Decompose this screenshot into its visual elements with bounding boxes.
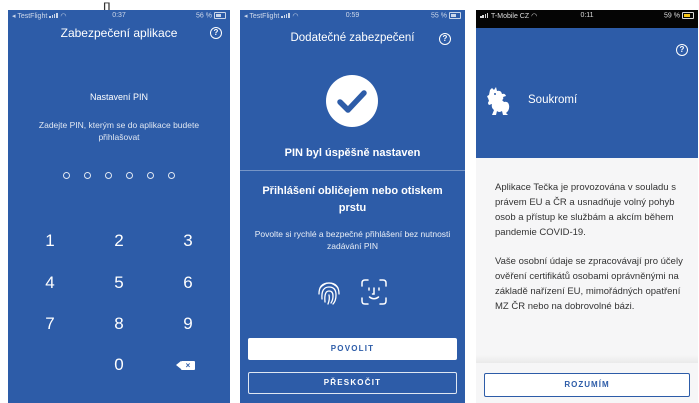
question-circle-icon[interactable]: ? xyxy=(439,33,451,45)
screen-pin-setup: ◂ TestFlight ◠ 0:37 56 % Zabezpečení apl… xyxy=(8,10,230,403)
biometric-description: Povolte si rychlé a bezpečné přihlášení … xyxy=(254,229,451,251)
privacy-paragraph-1: Aplikace Tečka je provozována v souladu … xyxy=(495,182,676,238)
status-battery-text: 59 % xyxy=(664,12,680,20)
pin-success-message: PIN byl úspěšně nastaven xyxy=(284,147,421,159)
header xyxy=(476,10,698,158)
status-battery-text: 55 % xyxy=(431,12,447,20)
keypad-key-2[interactable]: 2 xyxy=(99,230,139,252)
keypad-key-5[interactable]: 5 xyxy=(99,272,139,294)
page-title: Dodatečné zabezpečení xyxy=(290,32,415,44)
screen-additional-security: ◂ TestFlight ◠ 0:59 55 % Dodatečné zabez… xyxy=(240,10,465,403)
status-battery-text: 56 % xyxy=(196,12,212,20)
keypad-key-4[interactable]: 4 xyxy=(30,272,70,294)
status-bar: ◂ TestFlight ◠ 0:37 56 % xyxy=(8,10,230,22)
accept-button[interactable]: ROZUMÍM xyxy=(484,373,690,397)
keypad-key-8[interactable]: 8 xyxy=(99,313,139,335)
battery-icon xyxy=(214,12,226,19)
pin-dot xyxy=(84,172,91,179)
allow-button[interactable]: POVOLIT xyxy=(248,338,457,360)
keypad-key-9[interactable]: 9 xyxy=(168,313,208,335)
question-circle-icon[interactable]: ? xyxy=(210,27,222,39)
privacy-paragraph-2: Vaše osobní údaje se zpracovávají pro úč… xyxy=(495,256,683,312)
pin-dots xyxy=(8,172,230,179)
battery-icon xyxy=(449,12,461,19)
scroll-fade xyxy=(476,355,698,363)
czech-lion-icon xyxy=(484,86,512,116)
question-circle-icon[interactable]: ? xyxy=(676,44,688,56)
privacy-text: Aplikace Tečka je provozována v souladu … xyxy=(495,180,688,328)
keypad-key-3[interactable]: 3 xyxy=(168,230,208,252)
pin-dot xyxy=(168,172,175,179)
biometric-heading: Přihlášení obličejem nebo otiskem prstu xyxy=(262,185,443,214)
pin-heading: Nastavení PIN xyxy=(89,92,149,102)
page-title: Zabezpečení aplikace xyxy=(60,26,178,40)
checkmark-circle-icon xyxy=(326,75,378,127)
pin-dot xyxy=(147,172,154,179)
screen-privacy: T-Mobile CZ ◠ 0:11 59 % ? Soukromí Aplik… xyxy=(476,10,698,403)
skip-button[interactable]: PŘESKOČIT xyxy=(248,372,457,394)
keypad-key-0[interactable]: 0 xyxy=(99,354,139,376)
pin-dot xyxy=(63,172,70,179)
fingerprint-icon xyxy=(314,277,344,307)
pin-instructions: Zadejte PIN, kterým se do aplikace budet… xyxy=(38,120,200,142)
backspace-icon[interactable]: × xyxy=(176,361,195,370)
battery-icon xyxy=(682,12,694,19)
keypad-key-1[interactable]: 1 xyxy=(30,230,70,252)
page-title: Soukromí xyxy=(528,94,578,106)
keypad-key-7[interactable]: 7 xyxy=(30,313,70,335)
divider xyxy=(240,170,465,171)
status-bar: T-Mobile CZ ◠ 0:11 59 % xyxy=(476,10,698,22)
pin-dot xyxy=(105,172,112,179)
face-id-icon xyxy=(360,278,388,306)
status-bar: ◂ TestFlight ◠ 0:59 55 % xyxy=(240,10,465,22)
keypad-key-6[interactable]: 6 xyxy=(168,272,208,294)
pin-dot xyxy=(126,172,133,179)
